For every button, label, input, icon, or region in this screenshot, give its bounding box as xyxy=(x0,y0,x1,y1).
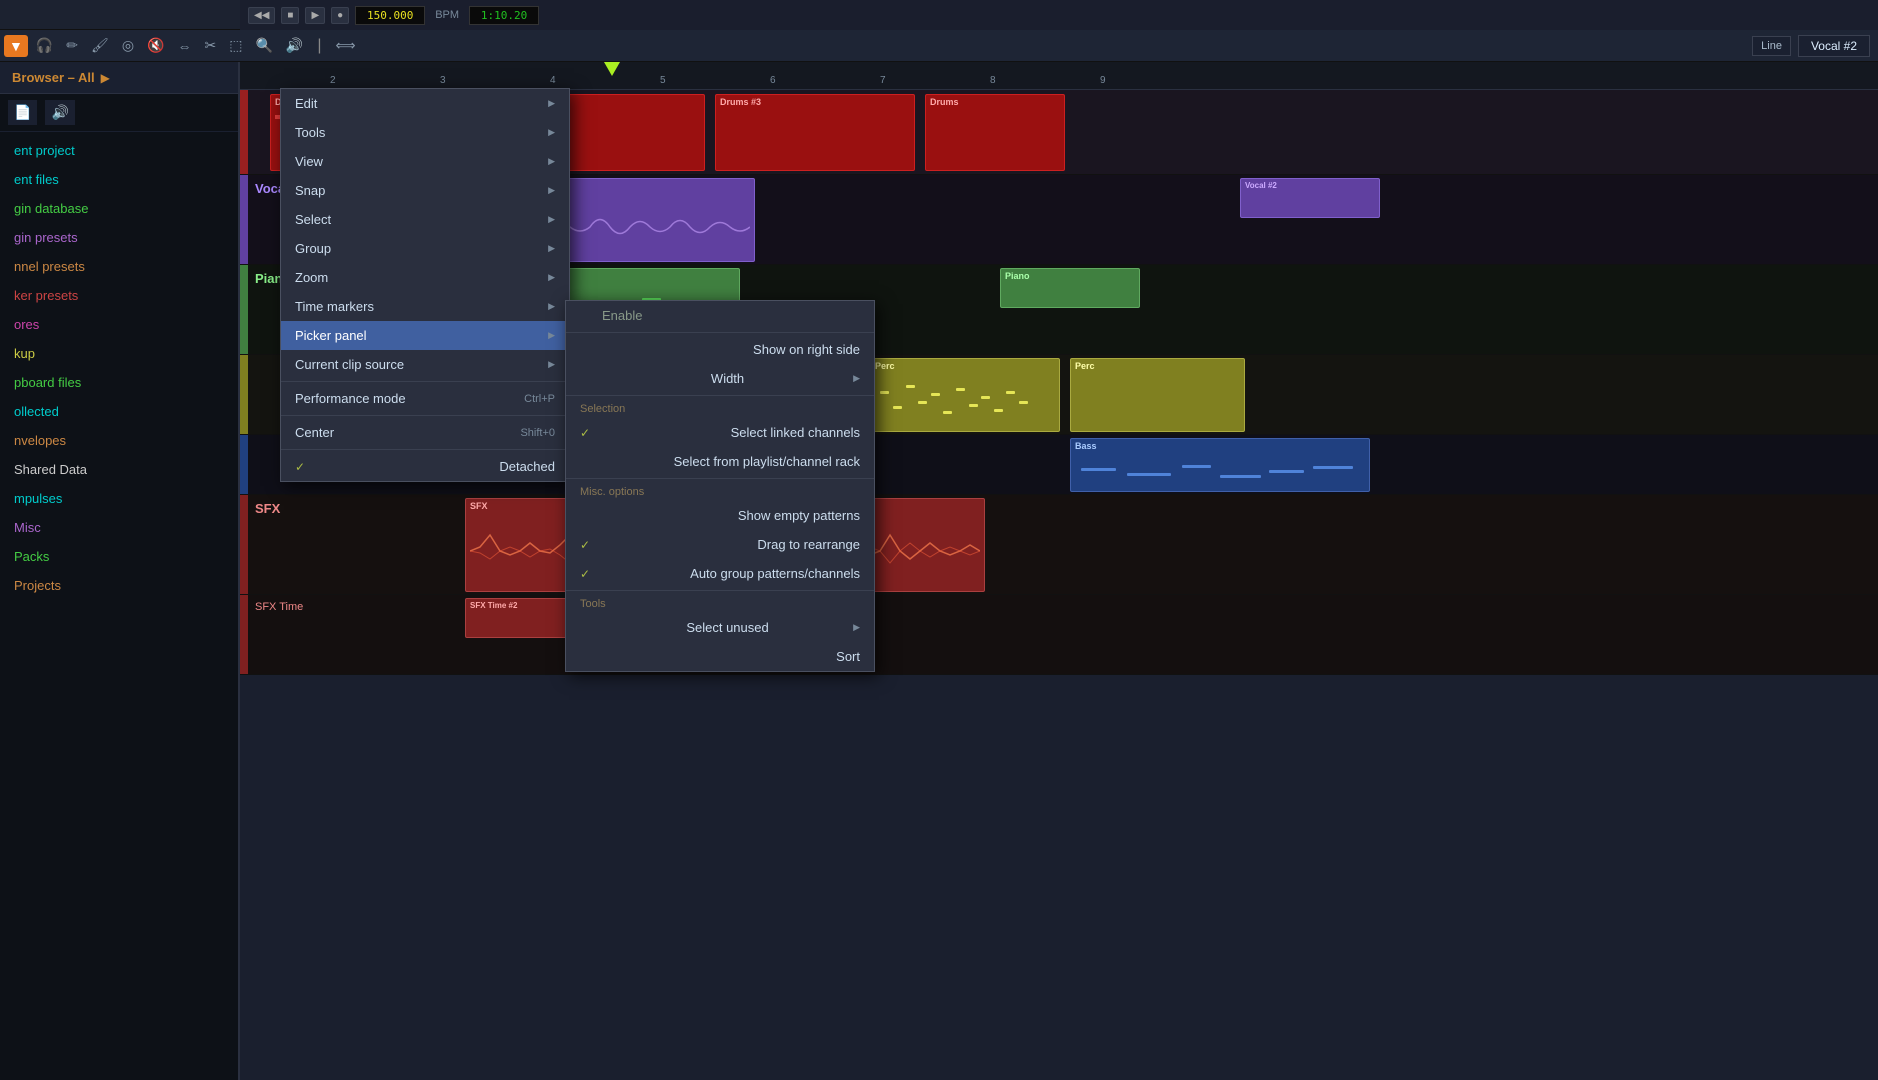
submenu-show-right-label: Show on right side xyxy=(753,342,860,357)
menu-sep-3 xyxy=(281,449,569,450)
menu-item-time-markers[interactable]: Time markers xyxy=(281,292,569,321)
detached-checkmark: ✓ xyxy=(295,460,305,474)
submenu-drag-rearrange-label: Drag to rearrange xyxy=(757,537,860,552)
submenu-select-from-label: Select from playlist/channel rack xyxy=(674,454,860,469)
submenu-section-tools: Tools xyxy=(566,593,874,613)
menu-view-label: View xyxy=(295,154,323,169)
submenu-sep-3 xyxy=(566,478,874,479)
menu-sep-2 xyxy=(281,415,569,416)
submenu-select-unused-label: Select unused xyxy=(686,620,768,635)
submenu-show-empty-label: Show empty patterns xyxy=(738,508,860,523)
submenu-drag-rearrange[interactable]: ✓ Drag to rearrange xyxy=(566,530,874,559)
main-context-menu: Edit Tools View Snap Select Group Zoom T… xyxy=(280,88,570,482)
menu-item-detached[interactable]: ✓ Detached xyxy=(281,452,569,481)
menu-detached-label: Detached xyxy=(499,459,555,474)
menu-item-group[interactable]: Group xyxy=(281,234,569,263)
menu-time-markers-label: Time markers xyxy=(295,299,374,314)
menu-sep-1 xyxy=(281,381,569,382)
menu-current-clip-label: Current clip source xyxy=(295,357,404,372)
submenu-width[interactable]: Width xyxy=(566,364,874,393)
submenu-show-empty[interactable]: Show empty patterns xyxy=(566,501,874,530)
menu-item-center[interactable]: Center Shift+0 xyxy=(281,418,569,447)
submenu-show-right[interactable]: Show on right side xyxy=(566,335,874,364)
submenu-sep-4 xyxy=(566,590,874,591)
menu-edit-label: Edit xyxy=(295,96,317,111)
submenu-width-label: Width xyxy=(711,371,744,386)
menu-item-view[interactable]: View xyxy=(281,147,569,176)
menu-group-label: Group xyxy=(295,241,331,256)
menu-item-zoom[interactable]: Zoom xyxy=(281,263,569,292)
submenu-section-selection: Selection xyxy=(566,398,874,418)
menu-center-label: Center xyxy=(295,425,334,440)
menu-perf-shortcut: Ctrl+P xyxy=(524,393,555,405)
menu-item-edit[interactable]: Edit xyxy=(281,89,569,118)
menu-snap-label: Snap xyxy=(295,183,325,198)
select-linked-check: ✓ xyxy=(580,426,596,440)
menu-center-shortcut: Shift+0 xyxy=(520,427,555,439)
menu-select-label: Select xyxy=(295,212,331,227)
menu-item-tools[interactable]: Tools xyxy=(281,118,569,147)
auto-group-check: ✓ xyxy=(580,567,596,581)
submenu-select-linked-label: Select linked channels xyxy=(731,425,860,440)
menu-item-picker-panel[interactable]: Picker panel xyxy=(281,321,569,350)
submenu-select-unused[interactable]: Select unused xyxy=(566,613,874,642)
submenu-select-from[interactable]: Select from playlist/channel rack xyxy=(566,447,874,476)
submenu-sep-2 xyxy=(566,395,874,396)
menu-item-select[interactable]: Select xyxy=(281,205,569,234)
menu-item-snap[interactable]: Snap xyxy=(281,176,569,205)
menu-tools-label: Tools xyxy=(295,125,325,140)
drag-rearrange-check: ✓ xyxy=(580,538,596,552)
submenu-section-misc: Misc. options xyxy=(566,481,874,501)
menu-item-performance[interactable]: Performance mode Ctrl+P xyxy=(281,384,569,413)
menu-picker-panel-label: Picker panel xyxy=(295,328,367,343)
submenu-select-linked[interactable]: ✓ Select linked channels xyxy=(566,418,874,447)
submenu-auto-group-label: Auto group patterns/channels xyxy=(690,566,860,581)
submenu-enable: Enable xyxy=(566,301,874,330)
submenu-enable-label: Enable xyxy=(602,308,642,323)
menu-perf-label: Performance mode xyxy=(295,391,406,406)
picker-panel-submenu: Enable Show on right side Width Selectio… xyxy=(565,300,875,672)
menu-item-current-clip[interactable]: Current clip source xyxy=(281,350,569,379)
submenu-sort[interactable]: Sort xyxy=(566,642,874,671)
submenu-auto-group[interactable]: ✓ Auto group patterns/channels xyxy=(566,559,874,588)
menu-zoom-label: Zoom xyxy=(295,270,328,285)
submenu-sep-1 xyxy=(566,332,874,333)
submenu-sort-label: Sort xyxy=(836,649,860,664)
